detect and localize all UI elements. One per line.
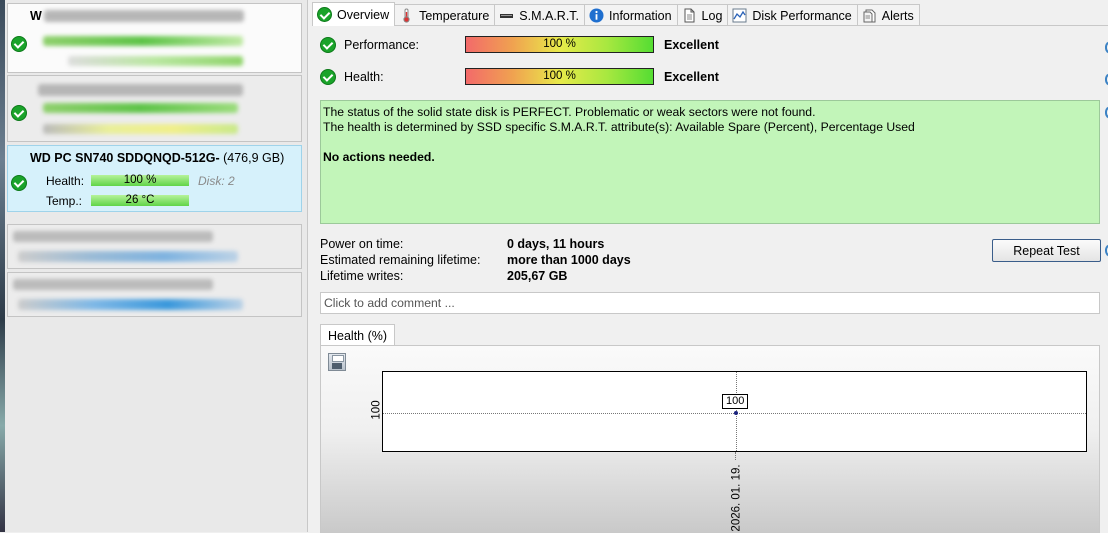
disk-list-panel: W WD PC SN740 SDDQNQD-512G- (476,9 GB) H… [0,0,308,532]
data-label: 100 [722,394,749,409]
health-label: Health: [344,70,384,84]
graph-icon [732,8,747,23]
status-ok-icon [11,36,27,52]
disk-item-1[interactable]: W [7,3,302,73]
alerts-icon [862,8,877,23]
tab-log[interactable]: Log [676,4,729,26]
redacted-title [13,231,213,242]
status-line: The status of the solid state disk is PE… [323,105,816,119]
redacted-bar [18,299,243,310]
temp-mini-bar: 26 °C [91,194,189,206]
status-action: No actions needed. [323,150,435,164]
repeat-test-button[interactable]: Repeat Test [992,239,1101,262]
tab-label: Disk Performance [752,8,852,23]
disk-item-2[interactable] [7,75,302,142]
x-gridline-extension [735,452,736,460]
redacted-title [44,10,244,22]
data-point [734,411,738,415]
disk-model: WD PC SN740 SDDQNQD-512G- [30,151,220,165]
overview-content: Performance: 100 % Excellent Health: 100… [312,25,1108,533]
performance-label: Performance: [344,38,420,52]
power-on-label: Power on time: [320,237,404,251]
disk-item-4[interactable] [7,224,302,269]
redacted-bar [18,251,238,262]
health-bar: 100 % [465,68,654,85]
x-tick-label: 2026. 01. 19. [730,464,743,532]
tab-label: Overview [337,7,390,22]
temp-label: Temp.: [46,194,83,208]
disk-size: (476,9 GB) [223,151,285,165]
status-ok-icon [11,175,27,191]
tab-smart[interactable]: S.M.A.R.T. [494,4,586,26]
tab-label: Alerts [881,8,914,23]
tab-label: Information [609,8,672,23]
redacted-bar [43,36,243,46]
save-icon[interactable] [328,353,346,371]
lifetime-writes-label: Lifetime writes: [320,269,404,283]
smart-chip-icon [499,8,514,23]
disk-item-selected[interactable]: WD PC SN740 SDDQNQD-512G- (476,9 GB) Hea… [7,145,302,212]
redacted-title [38,84,243,96]
disk-item-5[interactable] [7,272,302,317]
disk-title: WD PC SN740 SDDQNQD-512G- (476,9 GB) [30,151,284,165]
comment-field[interactable]: Click to add comment ... [320,292,1100,314]
tab-label: S.M.A.R.T. [519,8,580,23]
health-label: Health: [46,174,85,188]
document-icon [682,8,697,23]
health-chart-area: 100 100 2026. 01. 19. [320,345,1100,533]
tab-label: Temperature [419,8,490,23]
disk-number: Disk: 2 [198,174,235,188]
y-tick-label: 100 [370,400,383,420]
status-line: The health is determined by SSD specific… [323,120,915,134]
tab-disk-performance[interactable]: Disk Performance [727,4,858,26]
health-ok-icon [320,69,336,85]
remaining-lifetime-label: Estimated remaining lifetime: [320,253,481,267]
desktop-background-strip [0,0,5,532]
health-verdict: Excellent [664,70,719,84]
redacted-bar [43,124,238,134]
power-on-value: 0 days, 11 hours [507,237,605,251]
thermometer-icon [399,8,414,23]
performance-ok-icon [320,37,336,53]
remaining-lifetime-value: more than 1000 days [507,253,631,267]
redacted-title [13,279,213,290]
status-ok-icon [11,105,27,121]
plot-area: 100 [382,371,1087,452]
tab-temperature[interactable]: Temperature [394,4,496,26]
tab-health-chart[interactable]: Health (%) [320,324,396,346]
redacted-bar [68,56,243,66]
tab-label: Log [701,8,723,23]
redacted-bar [43,103,238,113]
info-icon [589,8,604,23]
check-icon [317,7,332,22]
status-message-box: The status of the solid state disk is PE… [320,100,1100,224]
lifetime-writes-value: 205,67 GB [507,269,568,283]
tab-bar: Overview Temperature S.M.A.R.T. Informat… [312,2,920,26]
performance-bar: 100 % [465,36,654,53]
tab-overview[interactable]: Overview [312,2,396,26]
disk-title: W [30,9,42,23]
performance-verdict: Excellent [664,38,719,52]
health-mini-bar: 100 % [91,174,189,186]
tab-alerts[interactable]: Alerts [856,4,920,26]
tab-information[interactable]: Information [584,4,678,26]
